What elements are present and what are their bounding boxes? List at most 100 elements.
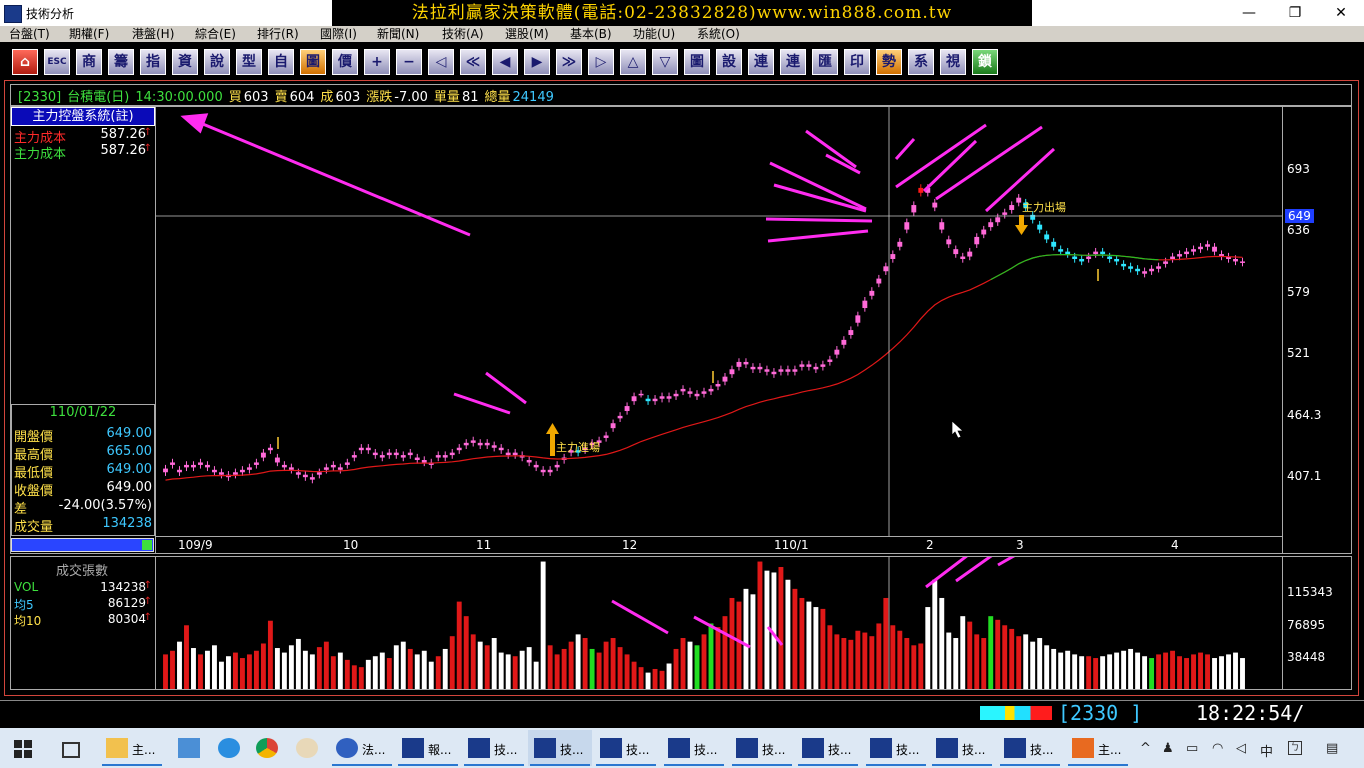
tool-button[interactable]: ◀ (492, 49, 518, 75)
taskbar-item[interactable]: 技... (730, 730, 794, 766)
menu-function[interactable]: 功能(U) (628, 26, 680, 42)
tray-people-icon[interactable]: ♟ (1162, 741, 1174, 756)
tool-button[interactable]: 資 (172, 49, 198, 75)
annotation-arrow (156, 557, 188, 587)
candle-body (470, 440, 476, 443)
tool-button[interactable]: 指 (140, 49, 166, 75)
tool-button[interactable]: ▷ (588, 49, 614, 75)
taskbar-item[interactable]: 主... (1066, 730, 1130, 766)
scrollbar-thumb[interactable] (142, 540, 152, 550)
task-indicator (798, 764, 858, 766)
taskbar-item[interactable] (172, 730, 208, 766)
tool-button[interactable]: 價 (332, 49, 358, 75)
menu-fundamental[interactable]: 基本(B) (565, 26, 617, 42)
notification-icon[interactable]: ▤ (1326, 741, 1338, 756)
task-indicator (1000, 764, 1060, 766)
taskbar-item[interactable] (212, 730, 248, 766)
tool-button[interactable]: 匯 (812, 49, 838, 75)
paint-icon (296, 738, 318, 758)
tool-button[interactable]: 圖 (684, 49, 710, 75)
ime-mode-icon[interactable]: ㄅ (1288, 741, 1302, 755)
taskbar-item[interactable]: 技... (462, 730, 526, 766)
candle-body (862, 300, 868, 309)
input-method-indicator[interactable]: 中 (1260, 741, 1273, 760)
taskbar-item[interactable]: 技... (662, 730, 726, 766)
tool-button[interactable]: ≪ (460, 49, 486, 75)
task-indicator (102, 764, 162, 766)
volume-icon[interactable]: ◁ (1236, 741, 1246, 756)
status-code-open: [ (1058, 701, 1071, 725)
task-view-button[interactable] (52, 730, 88, 766)
volume-bar (267, 620, 273, 689)
tool-button[interactable]: 系 (908, 49, 934, 75)
task-indicator (596, 764, 656, 766)
maximize-button[interactable]: ❐ (1272, 0, 1318, 26)
taskbar-item[interactable]: 主... (100, 730, 164, 766)
task-indicator (932, 764, 992, 766)
print-button[interactable]: 印 (844, 49, 870, 75)
tool-button[interactable]: 連 (748, 49, 774, 75)
status-bar (0, 700, 1364, 728)
menu-combined[interactable]: 綜合(E) (190, 26, 241, 42)
esc-button[interactable]: ESC (44, 49, 70, 75)
volume-bar (617, 647, 623, 689)
volume-row: VOL 134238 ↑ (14, 580, 152, 596)
taskbar-item[interactable]: 技... (930, 730, 994, 766)
menu-ranking[interactable]: 排行(R) (252, 26, 304, 42)
tool-button[interactable]: 圖 (300, 49, 326, 75)
tool-button[interactable]: ◁ (428, 49, 454, 75)
tray-device-icon[interactable]: ▭ (1186, 741, 1198, 756)
exit-arrow-head (1015, 225, 1028, 235)
taskbar-item[interactable]: 技... (796, 730, 860, 766)
minimize-button[interactable]: — (1226, 0, 1272, 26)
menu-news[interactable]: 新聞(N) (372, 26, 424, 42)
volume-chart[interactable] (156, 557, 1282, 689)
taskbar-item[interactable]: 法... (330, 730, 394, 766)
menu-options[interactable]: 期權(F) (64, 26, 114, 42)
taskbar-item[interactable] (290, 730, 326, 766)
taskbar-item[interactable]: 技... (998, 730, 1062, 766)
menu-technical[interactable]: 技術(A) (437, 26, 489, 42)
taskbar-item[interactable]: 技... (864, 730, 928, 766)
taskbar-item[interactable]: 報... (396, 730, 460, 766)
candle-body (1142, 271, 1148, 274)
tool-button[interactable]: 商 (76, 49, 102, 75)
candle-body (1121, 263, 1127, 267)
tool-button[interactable]: 籌 (108, 49, 134, 75)
candle-body (316, 472, 322, 475)
stock-code[interactable]: [2330] (18, 90, 61, 105)
candle-body (505, 452, 511, 456)
tool-button[interactable]: ▶ (524, 49, 550, 75)
system-title[interactable]: 主力控盤系統(註) (11, 107, 155, 126)
tool-button[interactable]: ▽ (652, 49, 678, 75)
tool-button[interactable]: 勢 (876, 49, 902, 75)
taskbar-item[interactable] (250, 730, 286, 766)
tool-button[interactable]: 連 (780, 49, 806, 75)
menu-international[interactable]: 國際(I) (315, 26, 362, 42)
tool-button[interactable]: 自 (268, 49, 294, 75)
tray-expand-icon[interactable]: ^ (1140, 741, 1151, 756)
tool-button[interactable]: 視 (940, 49, 966, 75)
close-button[interactable]: ✕ (1318, 0, 1364, 26)
chart-scrollbar[interactable] (11, 538, 154, 552)
menu-hk[interactable]: 港盤(H) (127, 26, 179, 42)
windows-start-icon[interactable] (14, 740, 32, 758)
candlestick-chart[interactable]: 主力進場 主力出場 (156, 107, 1282, 536)
candle-body (198, 462, 203, 465)
menu-screening[interactable]: 選股(M) (500, 26, 554, 42)
taskbar-item-active[interactable]: 技... (528, 730, 592, 766)
zoom-out-button[interactable]: − (396, 49, 422, 75)
tool-button[interactable]: ≫ (556, 49, 582, 75)
menu-system[interactable]: 系統(O) (692, 26, 745, 42)
lock-button[interactable]: 鎖 (972, 49, 998, 75)
candle-body (218, 472, 224, 475)
taskbar-item[interactable]: 技... (594, 730, 658, 766)
zoom-in-button[interactable]: + (364, 49, 390, 75)
tool-button[interactable]: 設 (716, 49, 742, 75)
menu-taipan[interactable]: 台盤(T) (4, 26, 55, 42)
tool-button[interactable]: △ (620, 49, 646, 75)
wifi-icon[interactable]: ◠ (1212, 741, 1223, 756)
tool-button[interactable]: 說 (204, 49, 230, 75)
tool-button[interactable]: 型 (236, 49, 262, 75)
home-button[interactable]: ⌂ (12, 49, 38, 75)
